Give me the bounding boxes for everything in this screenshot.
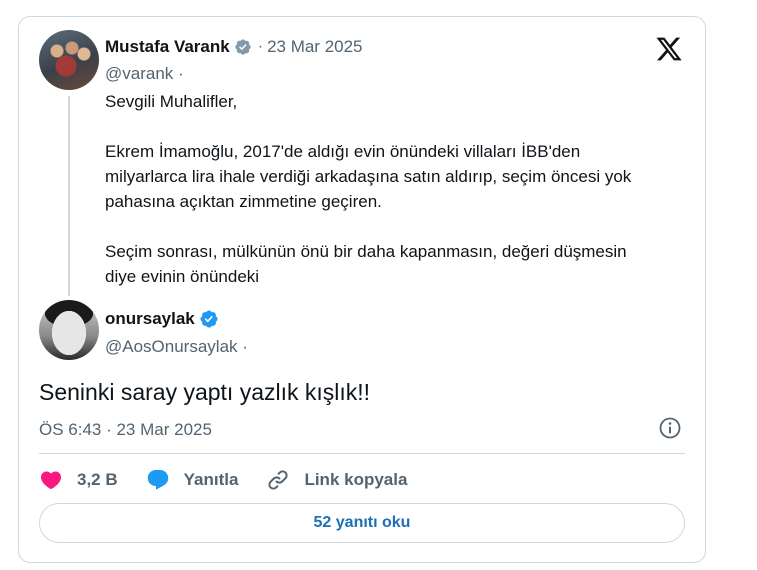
parent-header: Mustafa Varank · 23 Mar 2025 xyxy=(105,37,363,57)
info-icon[interactable] xyxy=(658,416,682,440)
header-separator: · xyxy=(257,38,264,55)
verified-badge-icon xyxy=(235,39,251,55)
reply-tweet-text: Seninki saray yaptı yazlık kışlık!! xyxy=(39,379,371,405)
tweet-line: milyarlarca lira ihale verdiği arkadaşın… xyxy=(105,167,632,186)
tweet-blank-line xyxy=(105,114,695,139)
parent-date[interactable]: 23 Mar 2025 xyxy=(267,37,362,57)
parent-author-name[interactable]: Mustafa Varank xyxy=(105,37,230,57)
link-icon xyxy=(268,470,289,490)
embedded-tweet-card: Mustafa Varank · 23 Mar 2025 @varank · S… xyxy=(18,16,706,563)
reply-button[interactable]: Yanıtla xyxy=(146,468,239,492)
reply-handle[interactable]: @AosOnursaylak · xyxy=(105,337,248,357)
tweet-line: pahasına açıktan zimmetine geçiren. xyxy=(105,192,382,211)
verified-badge-icon xyxy=(200,310,218,328)
copy-link-button[interactable]: Link kopyala xyxy=(266,468,407,492)
reply-label: Yanıtla xyxy=(183,470,239,489)
tweet-line: diye evinin önündeki xyxy=(105,267,260,286)
tweet-line: Sevgili Muhalifler, xyxy=(105,92,238,111)
avatar-mustafa-varank[interactable] xyxy=(39,30,99,90)
reply-timestamp[interactable]: ÖS 6:43 · 23 Mar 2025 xyxy=(39,420,212,440)
reply-header: onursaylak xyxy=(105,309,219,329)
action-bar: 3,2 B Yanıtla Link kopyala xyxy=(39,467,435,493)
x-logo-icon[interactable] xyxy=(655,35,683,63)
like-button[interactable]: 3,2 B xyxy=(39,468,118,492)
heart-icon xyxy=(40,471,62,490)
tweet-blank-line xyxy=(105,214,695,239)
copy-link-label: Link kopyala xyxy=(304,470,408,489)
thread-line xyxy=(68,96,70,296)
parent-handle[interactable]: @varank · xyxy=(105,64,184,84)
parent-tweet-text: Sevgili Muhalifler, Ekrem İmamoğlu, 2017… xyxy=(105,89,695,289)
tweet-line: Seçim sonrası, mülkünün önü bir daha kap… xyxy=(105,242,627,261)
divider xyxy=(39,453,685,454)
like-count: 3,2 B xyxy=(77,470,118,489)
reply-author-name[interactable]: onursaylak xyxy=(105,309,195,329)
reply-bubble-icon xyxy=(147,470,168,490)
avatar-onursaylak[interactable] xyxy=(39,300,99,360)
read-replies-button[interactable]: 52 yanıtı oku xyxy=(39,503,685,543)
tweet-line: Ekrem İmamoğlu, 2017'de aldığı evin önün… xyxy=(105,142,581,161)
